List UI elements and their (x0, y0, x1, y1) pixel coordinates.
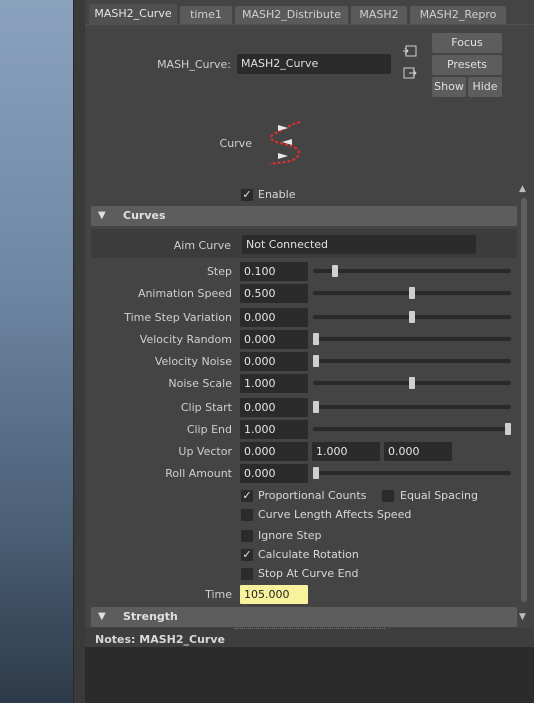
notes-resize-handle[interactable] (235, 628, 385, 631)
clip-end-field[interactable]: 1.000 (240, 420, 308, 439)
output-connection-icon[interactable] (403, 67, 417, 79)
tab-mash2-repro[interactable]: MASH2_Repro (410, 6, 506, 24)
aim-curve-label: Aim Curve (173, 239, 231, 252)
clip-start-slider[interactable] (313, 405, 511, 409)
clip-end-slider[interactable] (313, 427, 511, 431)
equal-spacing-checkbox[interactable] (382, 490, 394, 502)
stop-at-curve-end-checkbox[interactable] (241, 568, 253, 580)
tab-time1[interactable]: time1 (180, 6, 232, 24)
step-slider-handle[interactable] (332, 265, 338, 277)
tab-mash2[interactable]: MASH2 (351, 6, 407, 24)
node-icon-label: Curve (219, 137, 252, 150)
roll-amount-field[interactable]: 0.000 (240, 464, 308, 483)
show-button[interactable]: Show (432, 77, 466, 97)
up-vector-y-field[interactable]: 1.000 (312, 442, 380, 461)
scrollbar-thumb[interactable] (521, 198, 527, 602)
velocity-noise-slider-handle[interactable] (313, 355, 319, 367)
calculate-rotation-label: Calculate Rotation (258, 548, 359, 561)
clip-start-field[interactable]: 0.000 (240, 398, 308, 417)
input-connection-icon[interactable] (403, 45, 417, 57)
time-field[interactable]: 105.000 (240, 585, 308, 604)
velocity-random-slider[interactable] (313, 337, 511, 341)
velocity-noise-label: Velocity Noise (154, 355, 232, 368)
velocity-noise-field[interactable]: 0.000 (240, 352, 308, 371)
time-label: Time (205, 588, 232, 601)
clip-start-label: Clip Start (180, 401, 232, 414)
clip-end-slider-handle[interactable] (505, 423, 511, 435)
scroll-up-icon[interactable]: ▲ (519, 184, 526, 194)
velocity-noise-slider[interactable] (313, 359, 511, 363)
step-slider[interactable] (313, 269, 511, 273)
node-tabs: MASH2_Curve time1 MASH2_Distribute MASH2… (85, 4, 534, 24)
proportional-counts-checkbox[interactable]: ✓ (241, 490, 253, 502)
enable-label: Enable (258, 188, 296, 201)
up-vector-x-field[interactable]: 0.000 (240, 442, 308, 461)
clip-end-label: Clip End (186, 423, 232, 436)
curves-section-header[interactable]: ▼ Curves (91, 206, 517, 226)
noise-scale-slider-handle[interactable] (409, 377, 415, 389)
vertical-scrollbar[interactable]: ▲ ▼ (518, 184, 530, 624)
notes-label: Notes: MASH2_Curve (95, 633, 225, 646)
up-vector-z-field[interactable]: 0.000 (384, 442, 452, 461)
velocity-random-label: Velocity Random (139, 333, 232, 346)
notes-textarea[interactable] (85, 647, 534, 703)
focus-button[interactable]: Focus (432, 33, 502, 53)
curve-length-affects-speed-checkbox[interactable] (241, 509, 253, 521)
time-step-variation-label: Time Step Variation (124, 311, 232, 324)
enable-checkbox[interactable]: ✓ (241, 189, 253, 201)
curves-section-title: Curves (123, 209, 166, 222)
step-field[interactable]: 0.100 (240, 262, 308, 281)
clip-start-slider-handle[interactable] (313, 401, 319, 413)
collapse-triangle-icon: ▼ (98, 611, 106, 622)
mash-curve-node-icon (269, 121, 301, 165)
roll-amount-label: Roll Amount (165, 467, 232, 480)
hide-button[interactable]: Hide (468, 77, 502, 97)
presets-button[interactable]: Presets (432, 55, 502, 75)
noise-scale-label: Noise Scale (168, 377, 232, 390)
noise-scale-field[interactable]: 1.000 (240, 374, 308, 393)
roll-amount-slider-handle[interactable] (313, 467, 319, 479)
calculate-rotation-checkbox[interactable]: ✓ (241, 549, 253, 561)
ignore-step-checkbox[interactable] (241, 530, 253, 542)
step-label: Step (206, 265, 232, 278)
time-step-variation-field[interactable]: 0.000 (240, 308, 308, 327)
node-name-label: MASH_Curve: (157, 58, 231, 71)
velocity-random-slider-handle[interactable] (313, 333, 319, 345)
equal-spacing-label: Equal Spacing (400, 489, 478, 502)
curve-length-affects-speed-label: Curve Length Affects Speed (258, 508, 412, 521)
scroll-down-icon[interactable]: ▼ (519, 612, 526, 622)
node-name-field[interactable]: MASH2_Curve (237, 54, 391, 74)
tab-mash2-curve[interactable]: MASH2_Curve (89, 4, 177, 24)
notes-area: Notes: MASH2_Curve (85, 628, 534, 703)
attribute-editor: MASH2_Curve time1 MASH2_Distribute MASH2… (85, 0, 534, 703)
collapse-triangle-icon: ▼ (98, 210, 106, 221)
aim-curve-field[interactable]: Not Connected (242, 235, 476, 254)
velocity-random-field[interactable]: 0.000 (240, 330, 308, 349)
time-step-variation-slider-handle[interactable] (409, 311, 415, 323)
animation-speed-label: Animation Speed (137, 287, 232, 300)
strength-section-title: Strength (123, 610, 178, 623)
tab-divider (85, 24, 534, 25)
up-vector-label: Up Vector (178, 445, 232, 458)
tab-mash2-distribute[interactable]: MASH2_Distribute (235, 6, 348, 24)
animation-speed-field[interactable]: 0.500 (240, 284, 308, 303)
desktop-background (0, 0, 73, 703)
stop-at-curve-end-label: Stop At Curve End (258, 567, 359, 580)
roll-amount-slider[interactable] (313, 471, 511, 475)
animation-speed-slider-handle[interactable] (409, 287, 415, 299)
proportional-counts-label: Proportional Counts (258, 489, 367, 502)
ignore-step-label: Ignore Step (258, 529, 322, 542)
strength-section-header[interactable]: ▼ Strength (91, 607, 517, 627)
